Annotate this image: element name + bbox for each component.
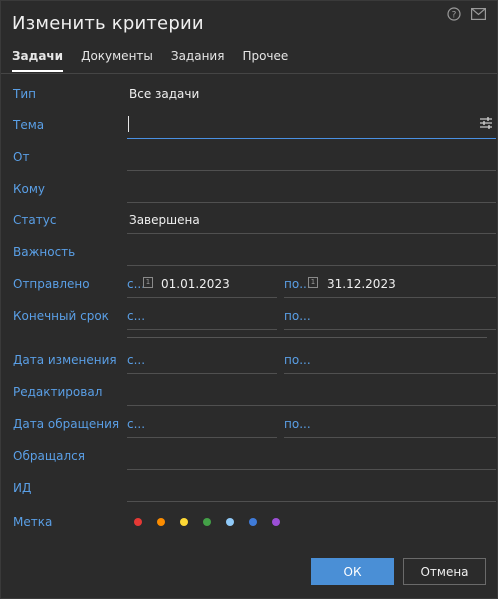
mail-icon[interactable]	[469, 5, 487, 23]
to-label: Кому	[13, 182, 46, 196]
accessor-label: Обращался	[13, 449, 85, 463]
cancel-button[interactable]: Отмена	[403, 558, 486, 585]
accessor-input[interactable]	[127, 441, 496, 470]
tag-color-dot[interactable]	[180, 518, 188, 526]
filter-settings-icon[interactable]	[479, 116, 493, 130]
modified-from-date[interactable]: с...	[127, 345, 277, 374]
importance-label: Важность	[13, 245, 76, 259]
modified-from-prefix: с...	[127, 353, 146, 367]
editor-input[interactable]	[127, 377, 496, 406]
svg-text:?: ?	[452, 11, 457, 21]
modified-label: Дата изменения	[13, 353, 117, 367]
type-label: Тип	[13, 87, 36, 101]
due-from-prefix: с...	[127, 309, 146, 323]
row-editor: Редактировал	[1, 377, 498, 407]
tag-color-dot[interactable]	[226, 518, 234, 526]
accessed-to-date[interactable]: по...	[284, 409, 496, 438]
row-type: Тип Все задачи	[1, 79, 498, 109]
tab-other[interactable]: Прочее	[242, 49, 288, 72]
row-modified: Дата изменения с... по...	[1, 345, 498, 375]
row-to: Кому	[1, 174, 498, 204]
row-from: От	[1, 142, 498, 172]
due-to-prefix: по...	[284, 309, 311, 323]
tag-color-dot[interactable]	[203, 518, 211, 526]
help-icon[interactable]: ?	[445, 5, 463, 23]
row-status: Статус Завершена	[1, 205, 498, 235]
title-bar-icons: ?	[445, 5, 487, 23]
tag-color-dot[interactable]	[157, 518, 165, 526]
status-select[interactable]: Завершена	[127, 205, 496, 234]
editor-label: Редактировал	[13, 385, 103, 399]
accessed-to-prefix: по...	[284, 417, 311, 431]
tab-assignments[interactable]: Задания	[171, 49, 225, 72]
row-importance: Важность	[1, 237, 498, 267]
sent-to-prefix: по...	[284, 277, 311, 291]
calendar-icon[interactable]: 1	[308, 277, 318, 288]
due-label: Конечный срок	[13, 309, 109, 323]
tabs-divider	[1, 73, 497, 74]
tag-label: Метка	[13, 515, 53, 529]
tab-tasks[interactable]: Задачи	[12, 49, 64, 72]
tag-color-dot[interactable]	[272, 518, 280, 526]
sent-to-date[interactable]: по... 1 31.12.2023	[284, 269, 496, 298]
modified-to-date[interactable]: по...	[284, 345, 496, 374]
subject-input[interactable]	[127, 110, 496, 139]
accessed-label: Дата обращения	[13, 417, 120, 431]
importance-select[interactable]	[127, 237, 496, 266]
due-to-date[interactable]: по...	[284, 301, 496, 330]
tag-color-dot[interactable]	[249, 518, 257, 526]
row-due: Конечный срок с... по...	[1, 301, 498, 331]
dialog-title: Изменить критерии	[12, 13, 204, 34]
to-input[interactable]	[127, 174, 496, 203]
row-id: ИД	[1, 473, 498, 503]
accessed-from-date[interactable]: с...	[127, 409, 277, 438]
text-caret	[128, 116, 129, 132]
criteria-dialog: Изменить критерии ? Задачи Документы Зад…	[0, 0, 498, 599]
type-select[interactable]: Все задачи	[127, 79, 496, 108]
tag-color-picker	[134, 518, 280, 526]
sent-from-date[interactable]: с... 1 01.01.2023	[127, 269, 277, 298]
status-value: Завершена	[129, 213, 200, 227]
row-sent: Отправлено с... 1 01.01.2023 по... 1 31.…	[1, 269, 498, 299]
modified-to-prefix: по...	[284, 353, 311, 367]
tab-documents[interactable]: Документы	[81, 49, 153, 72]
tab-bar: Задачи Документы Задания Прочее	[12, 49, 288, 72]
id-input[interactable]	[127, 473, 496, 502]
sent-to-value: 31.12.2023	[327, 277, 396, 291]
accessed-from-prefix: с...	[127, 417, 146, 431]
type-value: Все задачи	[129, 87, 200, 101]
tag-color-dot[interactable]	[134, 518, 142, 526]
from-input[interactable]	[127, 142, 496, 171]
row-accessor: Обращался	[1, 441, 498, 471]
row-accessed: Дата обращения с... по...	[1, 409, 498, 439]
section-divider	[127, 337, 487, 338]
subject-label: Тема	[13, 118, 45, 132]
status-label: Статус	[13, 213, 57, 227]
sent-from-value: 01.01.2023	[161, 277, 230, 291]
ok-button[interactable]: ОК	[311, 558, 394, 585]
row-subject: Тема	[1, 110, 498, 140]
due-from-date[interactable]: с...	[127, 301, 277, 330]
from-label: От	[13, 150, 30, 164]
id-label: ИД	[13, 481, 32, 495]
calendar-icon[interactable]: 1	[143, 277, 153, 288]
sent-label: Отправлено	[13, 277, 90, 291]
